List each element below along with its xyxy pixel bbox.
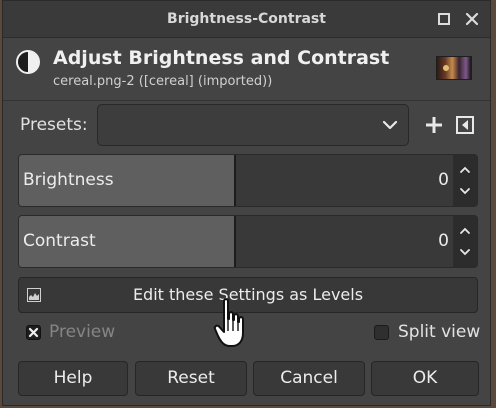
reset-button[interactable]: Reset [135, 361, 247, 396]
brightness-contrast-icon [16, 50, 40, 74]
ok-button[interactable]: OK [371, 361, 479, 396]
cancel-button[interactable]: Cancel [253, 361, 365, 396]
preview-label[interactable]: Preview [49, 322, 115, 342]
presets-label: Presets: [20, 115, 88, 135]
split-view-label[interactable]: Split view [398, 322, 480, 342]
dialog-window: Brightness-Contrast Adjust Brightness an… [2, 0, 491, 406]
edit-as-levels-button[interactable]: Edit these Settings as Levels [18, 277, 478, 313]
close-button[interactable] [463, 10, 481, 28]
chevron-up-icon[interactable] [459, 225, 471, 237]
maximize-button[interactable] [435, 10, 453, 28]
contrast-stepper[interactable] [453, 216, 477, 267]
plus-icon[interactable] [424, 115, 444, 135]
chevron-down-icon[interactable] [459, 185, 471, 197]
checkmark-icon [28, 327, 39, 338]
brightness-spin-scale[interactable]: Brightness 0 [18, 154, 478, 207]
close-icon [465, 12, 479, 26]
chevron-down-icon [382, 120, 398, 130]
hand-pointer-cursor-icon [213, 298, 244, 347]
contrast-label: Contrast [23, 231, 96, 251]
contrast-spin-scale[interactable]: Contrast 0 [18, 215, 478, 268]
help-button[interactable]: Help [18, 361, 128, 396]
image-thumbnail [436, 56, 472, 80]
brightness-stepper[interactable] [453, 155, 477, 206]
chevron-up-icon[interactable] [459, 164, 471, 176]
contrast-value[interactable]: 0 [438, 231, 449, 251]
brightness-label: Brightness [23, 170, 114, 190]
chevron-down-icon[interactable] [459, 246, 471, 258]
presets-dropdown[interactable] [97, 104, 409, 146]
title-bar[interactable]: Brightness-Contrast [3, 1, 490, 38]
brightness-value[interactable]: 0 [438, 170, 449, 190]
menu-triangle-icon[interactable] [456, 116, 474, 134]
dialog-title: Adjust Brightness and Contrast [53, 47, 390, 69]
split-view-checkbox[interactable] [374, 325, 389, 340]
window-title: Brightness-Contrast [167, 11, 326, 27]
header-divider [3, 100, 490, 101]
edit-as-levels-label: Edit these Settings as Levels [132, 285, 364, 304]
maximize-icon [438, 13, 450, 25]
dialog-header: Adjust Brightness and Contrast cereal.pn… [3, 38, 490, 100]
image-name: cereal.png-2 ([cereal] (imported)) [53, 74, 273, 89]
preview-checkbox[interactable] [26, 325, 41, 340]
